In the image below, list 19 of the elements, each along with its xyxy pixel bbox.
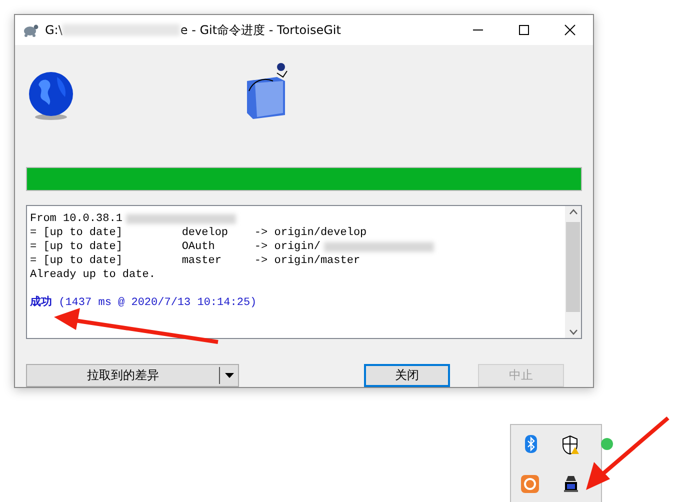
log-line: = [up to date] master -> origin/master bbox=[30, 254, 360, 268]
log-line: = [up to date] develop -> origin/develop bbox=[30, 226, 367, 240]
split-button[interactable]: 拉取到的差异 bbox=[26, 364, 239, 387]
window-title: G:\ bbox=[45, 23, 62, 37]
log-line: = [up to date] OAuth -> origin/ bbox=[30, 240, 320, 254]
log-line: Already up to date. bbox=[30, 268, 156, 282]
log-line: From 10.0.38.1 bbox=[30, 212, 122, 226]
scroll-thumb[interactable] bbox=[566, 222, 580, 312]
scrollbar[interactable] bbox=[565, 206, 581, 338]
window-title: e - Git命令进度 - TortoiseGit bbox=[180, 22, 341, 38]
app-icon[interactable] bbox=[521, 475, 539, 493]
turtle-icon bbox=[23, 23, 39, 37]
shield-warning-icon[interactable] bbox=[562, 435, 580, 455]
bluetooth-icon[interactable] bbox=[525, 435, 537, 453]
globe-icon bbox=[27, 71, 75, 121]
caret-icon bbox=[224, 372, 234, 378]
computer-icon[interactable] bbox=[563, 475, 579, 493]
result-line: 成功 (1437 ms @ 2020/7/13 10:14:25) bbox=[30, 296, 258, 310]
close-button[interactable]: 关闭 bbox=[364, 364, 450, 387]
